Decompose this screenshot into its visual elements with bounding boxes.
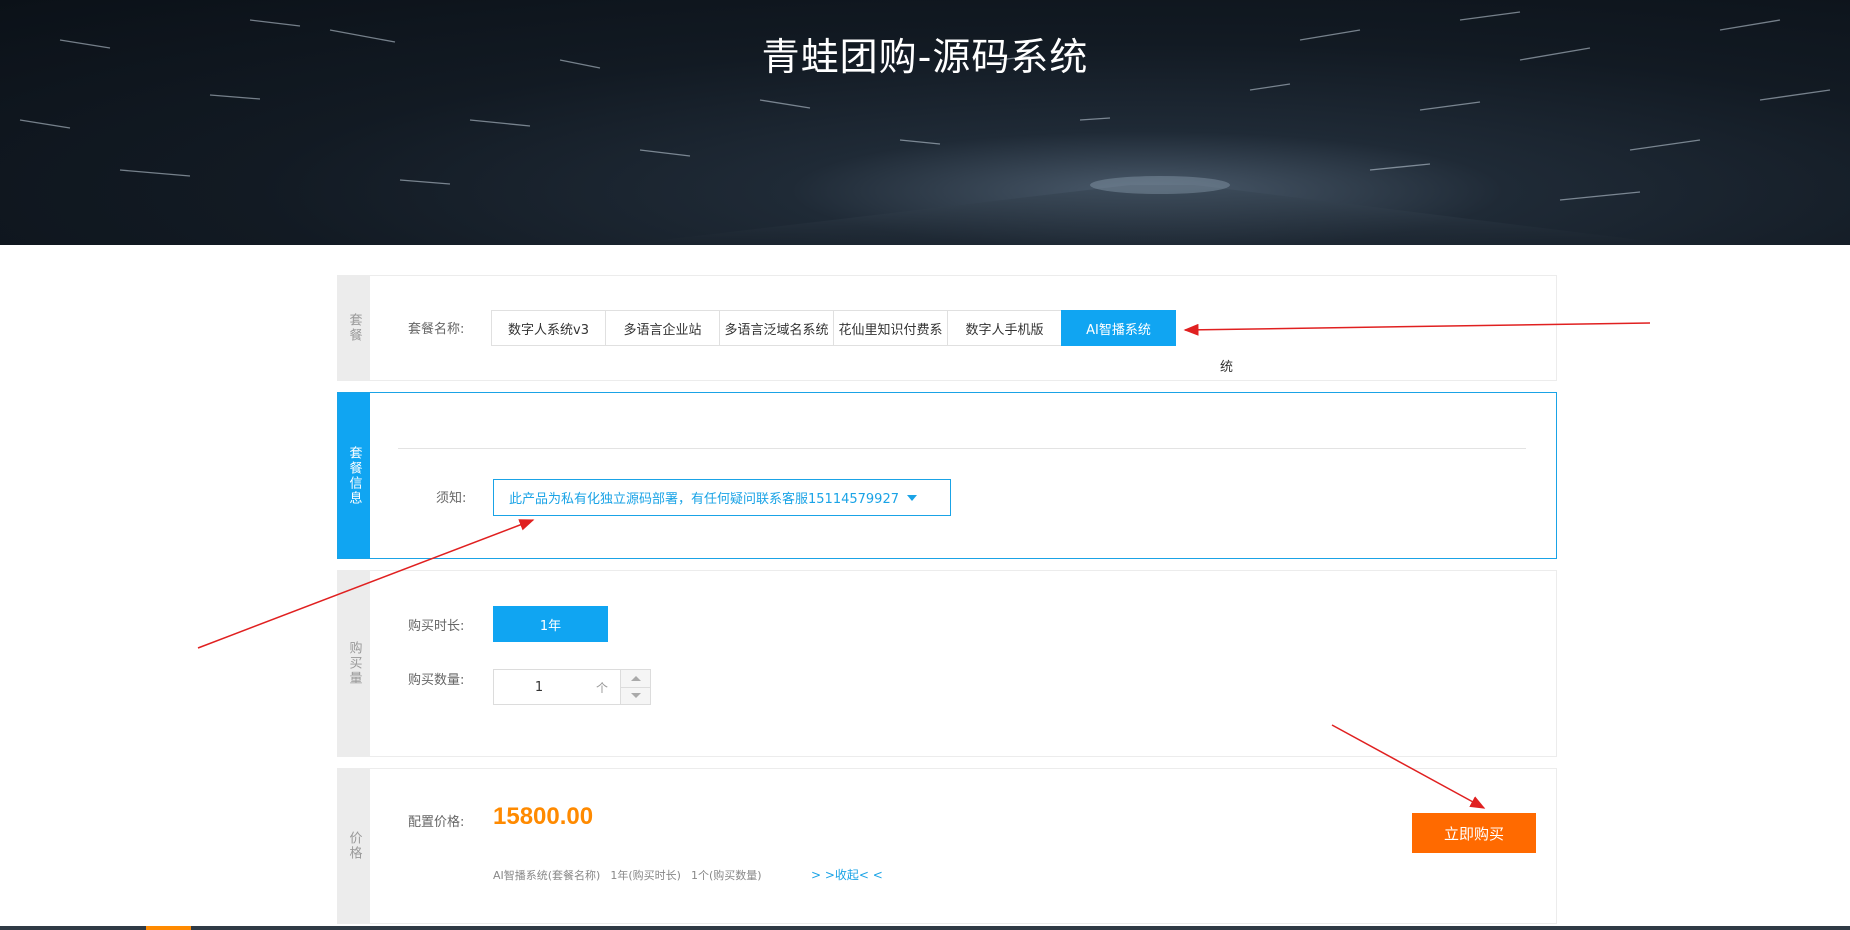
page-title: 青蛙团购-源码系统 [761, 35, 1089, 79]
quantity-label: 购买数量: [408, 673, 465, 688]
collapse-toggle-link[interactable]: > >收起< < [811, 866, 883, 883]
package-tab-overflow-text: 统 [1220, 360, 1234, 375]
package-tab-3[interactable]: 多语言泛域名系统 [719, 310, 834, 346]
banner: 青蛙团购-源码系统 [0, 0, 1850, 245]
notice-value: 此产品为私有化独立源码部署，有任何疑问联系客服15114579927 [509, 492, 899, 507]
arrow-up-icon [630, 675, 641, 681]
purchase-section: 购买量 购买时长: 1年 购买数量: 1 个 [337, 570, 1557, 757]
order-summary: AI智播系统(套餐名称) 1年(购买时长) 1个(购买数量) [493, 867, 762, 883]
price-side-tab: 价格 [338, 769, 370, 923]
duration-option-selected[interactable]: 1年 [493, 606, 608, 642]
info-side-label: 套餐信息 [346, 445, 362, 506]
quantity-stepper: 1 个 [493, 669, 651, 705]
quantity-input[interactable]: 1 [494, 670, 584, 704]
price-side-label: 价格 [346, 831, 362, 861]
price-label: 配置价格: [408, 815, 465, 830]
package-tab-5[interactable]: 数字人手机版 [947, 310, 1062, 346]
decrement-button[interactable] [621, 686, 650, 704]
bottom-strip [0, 926, 1850, 930]
package-tab-1[interactable]: 数字人系统v3 [491, 310, 606, 346]
package-tab-2[interactable]: 多语言企业站 [605, 310, 720, 346]
package-section: 套餐 套餐名称: 数字人系统v3 多语言企业站 多语言泛域名系统 花仙里知识付费… [337, 275, 1557, 381]
purchase-side-label: 购买量 [346, 641, 362, 686]
buy-now-button[interactable]: 立即购买 [1412, 813, 1536, 853]
summary-duration: 1年(购买时长) [610, 869, 681, 882]
package-side-label: 套餐 [346, 313, 362, 343]
divider [398, 448, 1526, 449]
package-name-label: 套餐名称: [408, 322, 465, 337]
stepper-buttons [620, 670, 650, 704]
increment-button[interactable] [621, 670, 650, 687]
quantity-unit: 个 [595, 680, 608, 695]
page: 青蛙团购-源码系统 套餐 套餐名称: 数字人系统v3 多语言企业站 多语言泛域名… [0, 0, 1850, 930]
bottom-strip-accent [146, 926, 191, 930]
summary-quantity: 1个(购买数量) [690, 869, 762, 882]
purchase-side-tab: 购买量 [338, 571, 370, 756]
summary-package: AI智播系统(套餐名称) [493, 869, 601, 882]
chevron-down-icon [906, 494, 917, 501]
package-tab-6-selected[interactable]: AI智播系统 [1061, 310, 1176, 346]
package-tabs: 数字人系统v3 多语言企业站 多语言泛域名系统 花仙里知识付费系 数字人手机版 … [491, 310, 1176, 346]
notice-dropdown[interactable]: 此产品为私有化独立源码部署，有任何疑问联系客服15114579927 [493, 479, 951, 516]
notice-label: 须知: [436, 491, 467, 506]
package-info-section: 套餐信息 须知: 此产品为私有化独立源码部署，有任何疑问联系客服15114579… [337, 392, 1557, 559]
info-side-tab: 套餐信息 [338, 393, 370, 558]
package-tab-4[interactable]: 花仙里知识付费系 [833, 310, 948, 346]
duration-label: 购买时长: [408, 619, 465, 634]
price-value: 15800.00 [493, 803, 594, 830]
price-section: 价格 配置价格: 15800.00 AI智播系统(套餐名称) 1年(购买时长) … [337, 768, 1557, 924]
arrow-down-icon [630, 693, 641, 699]
package-side-tab: 套餐 [338, 276, 370, 380]
